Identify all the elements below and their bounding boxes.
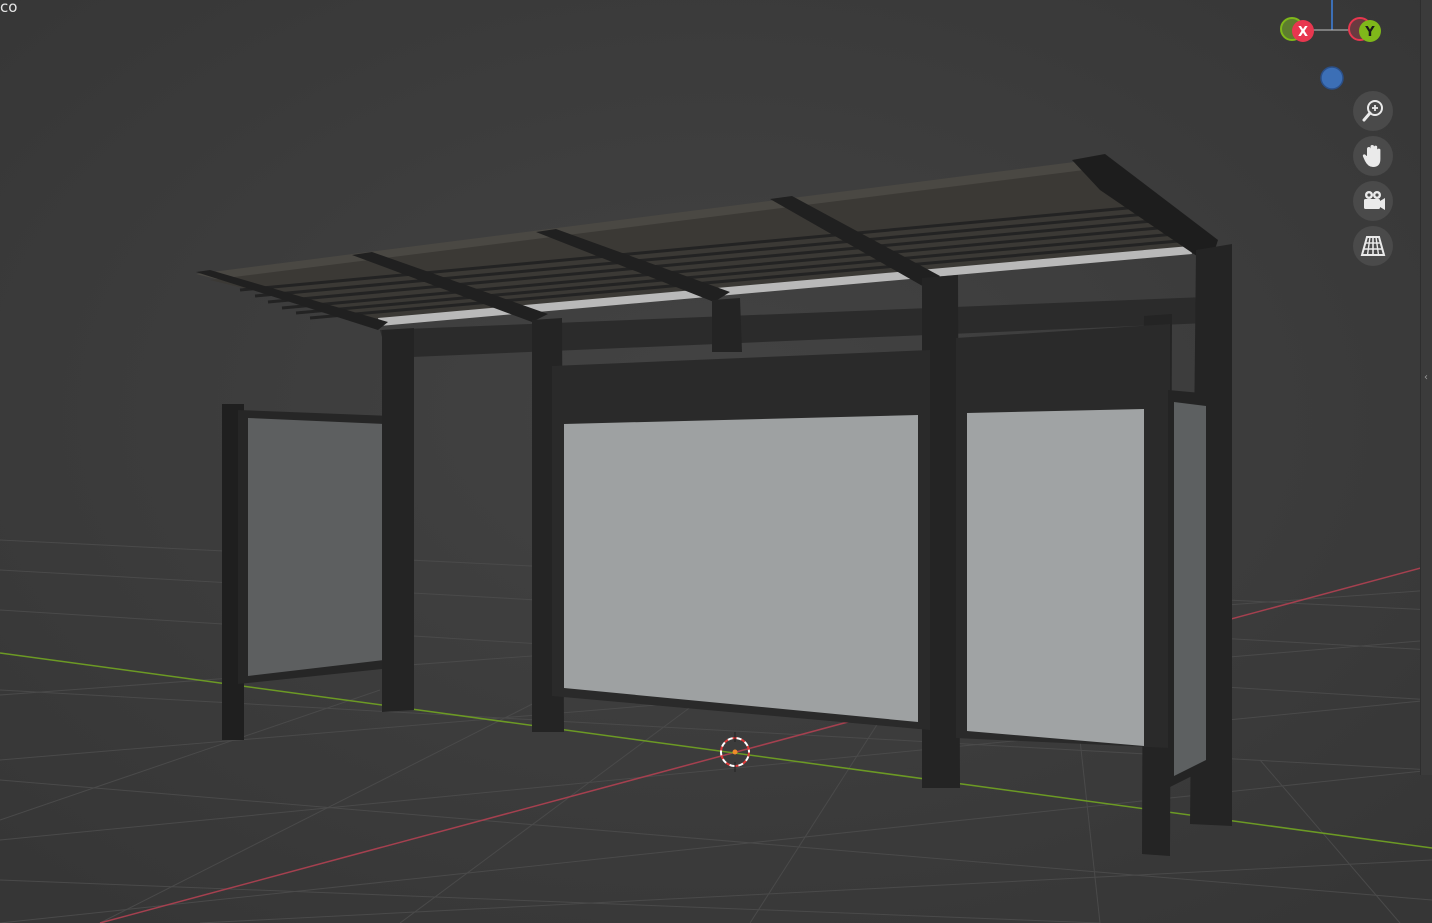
zoom-button[interactable] bbox=[1353, 91, 1393, 131]
camera-view-button[interactable] bbox=[1353, 181, 1393, 221]
hand-icon bbox=[1362, 145, 1381, 167]
viewport-corner-text: co bbox=[0, 0, 18, 16]
right-side-panel bbox=[1168, 390, 1212, 788]
sidebar-toggle-icon[interactable]: ‹ bbox=[1424, 372, 1428, 383]
z-negative-axis-circle bbox=[1320, 66, 1344, 90]
x-axis-label: X bbox=[1298, 25, 1308, 40]
back-center-panel bbox=[552, 350, 930, 730]
perspective-toggle-button[interactable] bbox=[1353, 226, 1393, 266]
sidebar-edge[interactable] bbox=[1420, 0, 1432, 775]
camera-icon bbox=[1364, 191, 1385, 210]
y-axis-label: Y bbox=[1364, 25, 1375, 40]
back-right-panel bbox=[956, 324, 1170, 748]
3d-viewport[interactable]: co X Y ‹ bbox=[0, 0, 1432, 923]
scene-canvas[interactable] bbox=[0, 0, 1432, 923]
pan-button[interactable] bbox=[1353, 136, 1393, 176]
zoom-in-icon bbox=[1362, 100, 1383, 122]
navigation-gizmo[interactable]: X Y bbox=[1270, 0, 1390, 100]
grid-perspective-icon bbox=[1360, 236, 1386, 256]
